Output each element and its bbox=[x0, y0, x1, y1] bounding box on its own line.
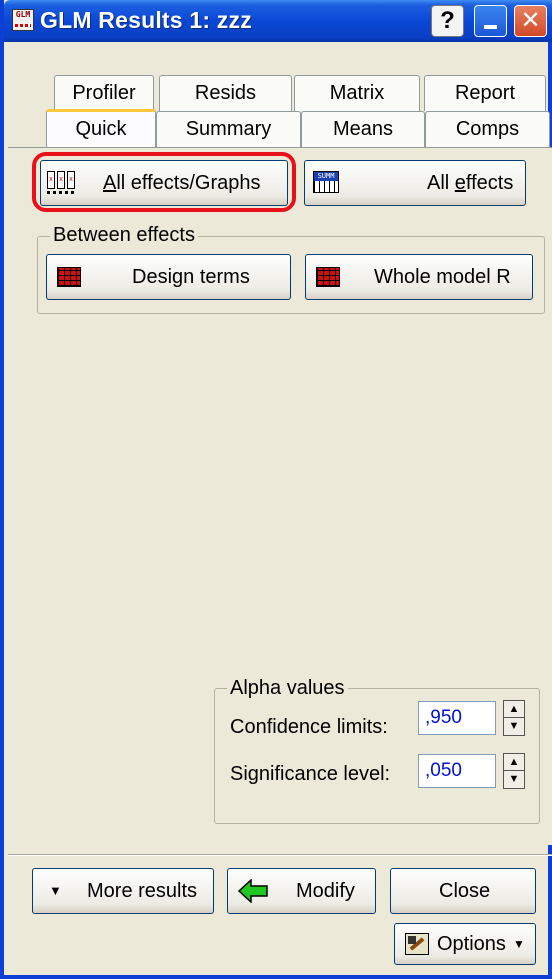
grid-table-icon bbox=[57, 267, 81, 287]
options-button[interactable]: Options ▼ bbox=[394, 923, 536, 965]
spin-up-icon[interactable]: ▲ bbox=[504, 701, 524, 718]
modify-button[interactable]: Modify bbox=[227, 868, 376, 914]
tools-icon bbox=[405, 933, 429, 955]
confidence-spinner[interactable]: ▲ ▼ bbox=[503, 700, 525, 736]
green-arrow-left-icon bbox=[238, 879, 268, 903]
tab-means[interactable]: Means bbox=[301, 111, 425, 147]
significance-level-label: Significance level: bbox=[230, 763, 391, 785]
app-icon-text: GLM bbox=[15, 10, 31, 19]
grid-table-icon bbox=[316, 267, 340, 287]
footer-divider bbox=[8, 854, 552, 856]
alpha-values-label: Alpha values bbox=[227, 677, 348, 700]
confidence-limits-label: Confidence limits: bbox=[230, 716, 388, 738]
design-terms-button[interactable]: Design terms bbox=[46, 254, 291, 300]
help-button[interactable]: ? bbox=[431, 5, 464, 37]
tab-quick[interactable]: Quick bbox=[46, 109, 156, 147]
spin-down-icon[interactable]: ▼ bbox=[504, 771, 524, 788]
whole-model-r-button[interactable]: Whole model R bbox=[305, 254, 533, 300]
spin-down-icon[interactable]: ▼ bbox=[504, 718, 524, 735]
confidence-limits-field[interactable]: ,950 bbox=[418, 701, 496, 735]
tab-resids[interactable]: Resids bbox=[159, 75, 292, 111]
close-button[interactable]: Close bbox=[390, 868, 536, 914]
tab-report[interactable]: Report bbox=[424, 75, 546, 111]
significance-level-field[interactable]: ,050 bbox=[418, 754, 496, 788]
all-effects-button[interactable]: SUMM All effects bbox=[304, 160, 526, 206]
tab-matrix[interactable]: Matrix bbox=[294, 75, 420, 111]
significance-spinner[interactable]: ▲ ▼ bbox=[503, 753, 525, 789]
window-title: GLM Results 1: zzz bbox=[40, 7, 252, 33]
title-bar[interactable]: GLM GLM Results 1: zzz ? ✕ bbox=[4, 0, 552, 42]
minimize-icon bbox=[484, 25, 497, 29]
glm-results-window: GLM GLM Results 1: zzz ? ✕ Profiler Resi… bbox=[0, 0, 552, 979]
close-window-button[interactable]: ✕ bbox=[514, 5, 547, 37]
between-effects-label: Between effects bbox=[50, 224, 198, 247]
tab-profiler[interactable]: Profiler bbox=[54, 75, 154, 111]
glm-app-icon: GLM bbox=[12, 9, 34, 31]
spin-up-icon[interactable]: ▲ bbox=[504, 754, 524, 771]
tab-comps[interactable]: Comps bbox=[425, 111, 550, 147]
summary-table-icon: SUMM bbox=[313, 171, 339, 193]
highlight-annotation bbox=[32, 152, 296, 212]
double-chevron-down-icon: ▼ bbox=[49, 883, 62, 898]
more-results-button[interactable]: ▼ More results bbox=[32, 868, 214, 914]
dropdown-arrow-icon: ▼ bbox=[513, 937, 525, 951]
minimize-button[interactable] bbox=[474, 5, 507, 37]
tab-summary[interactable]: Summary bbox=[156, 111, 301, 147]
